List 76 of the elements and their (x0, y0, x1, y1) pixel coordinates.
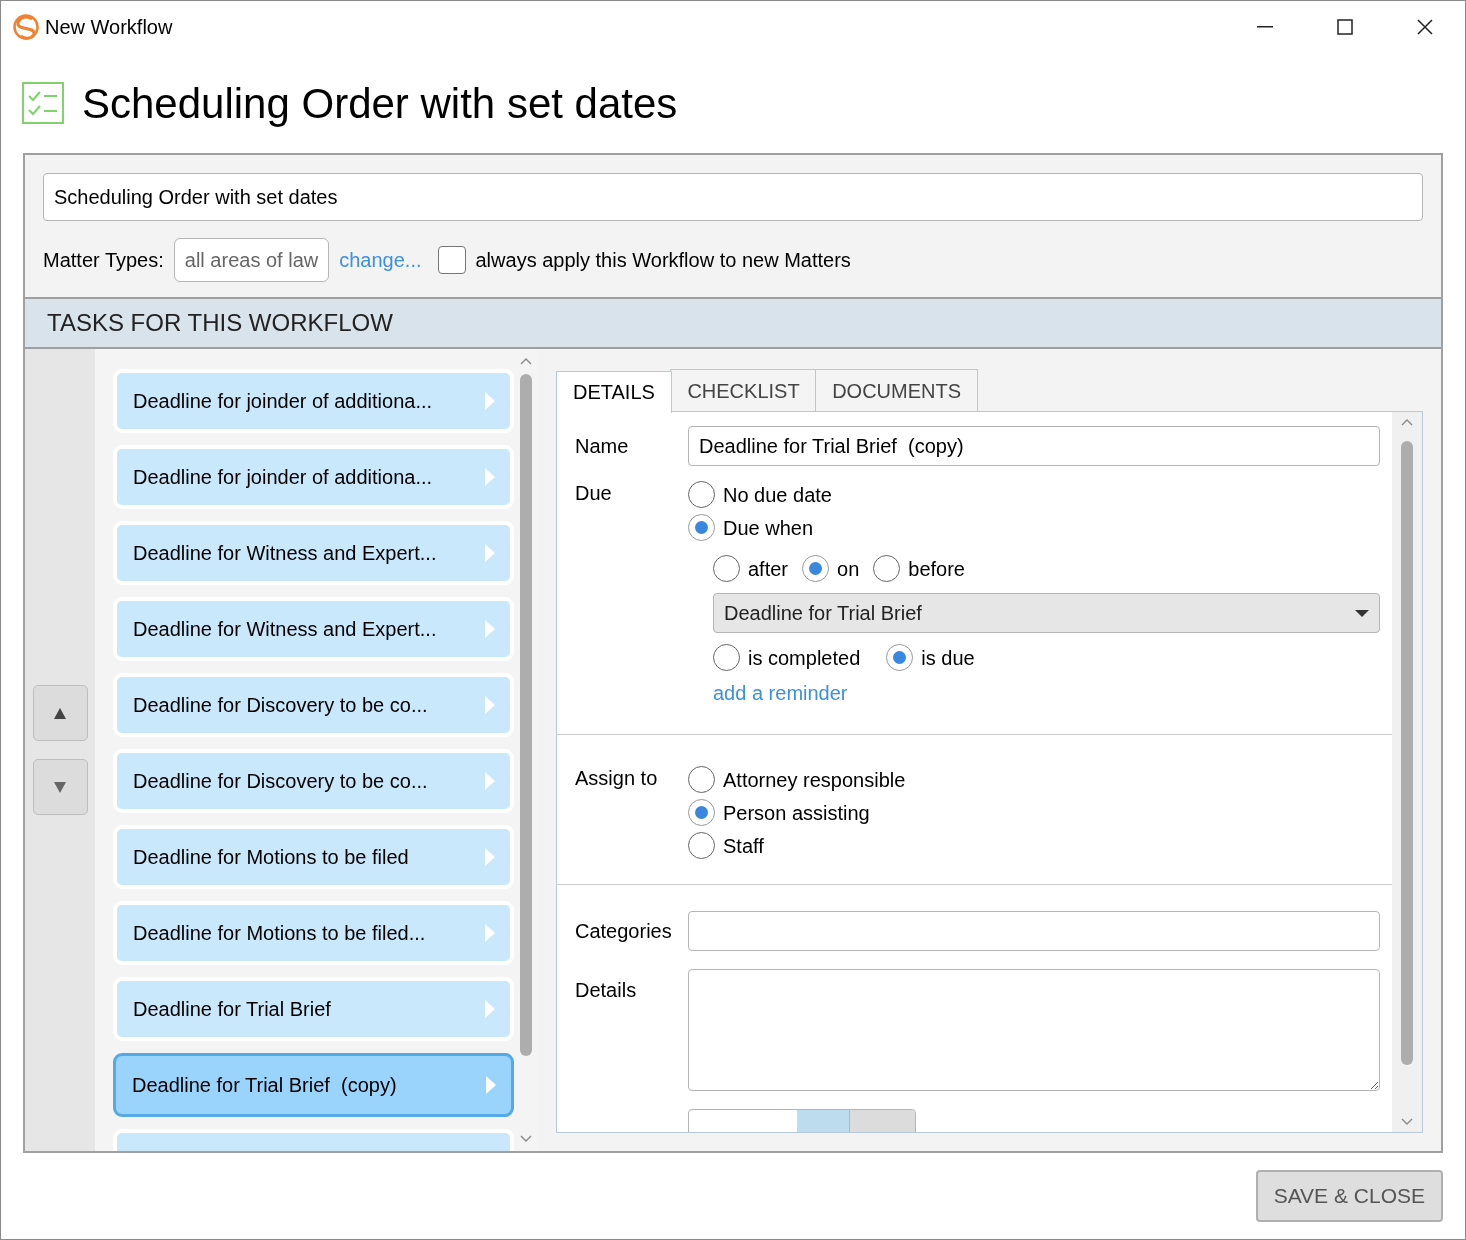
down-triangle-icon (53, 780, 67, 794)
categories-label: Categories (575, 919, 673, 944)
radio-label: is completed (748, 645, 861, 671)
radio-button[interactable] (713, 644, 740, 671)
radio-label: No due date (723, 482, 832, 508)
radio-button[interactable] (688, 481, 715, 508)
section-header: TASKS FOR THIS WORKFLOW (25, 297, 1441, 349)
move-down-button[interactable] (32, 759, 88, 815)
radio-button[interactable] (802, 555, 830, 582)
chevron-right-icon (484, 467, 497, 487)
radio-button[interactable] (886, 644, 914, 671)
radio-label: on (837, 556, 860, 582)
minimize-icon (1257, 26, 1273, 28)
task-card[interactable]: Deadline for Discovery to be co... (113, 673, 515, 737)
task-card[interactable]: Deadline for Witness and Expert... (113, 521, 515, 585)
scroll-down-icon (520, 1134, 533, 1143)
categories-field[interactable] (688, 911, 1380, 951)
tab[interactable]: DOCUMENTS (815, 369, 978, 411)
name-label: Name (575, 434, 630, 459)
task-card[interactable]: Deadline for Trial Brief (copy) (113, 1053, 515, 1117)
task-card[interactable]: Deadline for joinder of additiona... (113, 369, 515, 433)
details-label: Details (575, 978, 638, 1003)
task-card[interactable]: Deadline for joinder of additiona... (113, 445, 515, 509)
chevron-right-icon (484, 999, 497, 1019)
chevron-right-icon (484, 695, 497, 715)
matter-type-field: all areas of law (173, 238, 330, 282)
radio-button[interactable] (713, 555, 740, 582)
radio-label: before (908, 556, 965, 582)
window-title: New Workflow (45, 15, 173, 40)
radio-label: Staff (723, 833, 764, 859)
chevron-right-icon (484, 619, 497, 639)
move-up-button[interactable] (32, 685, 88, 741)
radio-button[interactable] (688, 514, 715, 541)
radio-label: Attorney responsible (723, 767, 906, 793)
chevron-right-icon (484, 771, 497, 791)
workflow-name-field[interactable]: Scheduling Order with set dates (43, 173, 1423, 221)
radio-label: Due when (723, 515, 814, 541)
checklist-icon (22, 82, 64, 124)
maximize-icon (1337, 19, 1353, 35)
chevron-right-icon (484, 923, 497, 943)
task-card[interactable]: Deadline for Witness and Expert... (113, 597, 515, 661)
scrollbar-thumb[interactable] (520, 374, 533, 1056)
scrollbar-thumb[interactable] (1401, 441, 1413, 1065)
radio-button[interactable] (688, 799, 715, 826)
tab[interactable]: DETAILS (556, 370, 672, 413)
close-icon (1417, 19, 1433, 35)
chevron-right-icon (484, 391, 497, 411)
up-triangle-icon (53, 706, 67, 720)
due-label: Due (575, 481, 613, 506)
radio-button[interactable] (688, 766, 715, 793)
always-apply-label: always apply this Workflow to new Matters (475, 248, 851, 273)
details-field[interactable] (688, 969, 1380, 1091)
task-card[interactable]: Deadline for Discovery to be co... (113, 749, 515, 813)
task-card[interactable]: Deadline for Motions to be filed... (113, 901, 515, 965)
task-card[interactable]: Deadline for Trial Brief (113, 977, 515, 1041)
scroll-up-icon (1401, 418, 1413, 427)
task-name-field[interactable]: Deadline for Trial Brief (copy) (688, 426, 1380, 466)
app-logo-icon (13, 14, 39, 40)
save-close-button[interactable]: SAVE & CLOSE (1255, 1170, 1443, 1222)
radio-button[interactable] (688, 832, 715, 859)
matter-types-label: Matter Types: (43, 248, 164, 273)
radio-button[interactable] (873, 555, 901, 582)
dropdown-caret-icon (1355, 609, 1369, 617)
page-heading: Scheduling Order with set dates (82, 78, 678, 129)
chevron-right-icon (485, 1075, 498, 1095)
assign-label: Assign to (575, 766, 659, 791)
scroll-down-icon (1401, 1117, 1413, 1126)
chevron-right-icon (484, 543, 497, 563)
always-apply-checkbox[interactable] (437, 246, 466, 274)
chevron-right-icon (484, 847, 497, 867)
radio-label: Person assisting (723, 800, 870, 826)
task-card[interactable]: Deadline for Motions to be filed (113, 825, 515, 889)
radio-label: is due (921, 645, 975, 671)
scroll-up-icon (520, 357, 533, 366)
due-task-dropdown[interactable]: Deadline for Trial Brief (713, 593, 1380, 633)
radio-label: after (748, 556, 789, 582)
